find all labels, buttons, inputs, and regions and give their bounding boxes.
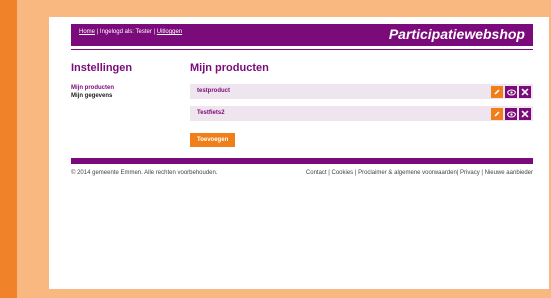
footer-links: Contact | Cookies | Proclaimer & algemen… xyxy=(305,170,533,176)
main-content: Mijn producten testproduct Testfiets2 To… xyxy=(190,62,533,147)
edit-button[interactable] xyxy=(491,108,503,120)
product-list: testproduct Testfiets2 xyxy=(190,84,533,121)
product-name[interactable]: testproduct xyxy=(197,88,230,94)
pencil-icon xyxy=(494,89,500,95)
product-name[interactable]: Testfiets2 xyxy=(197,110,225,116)
delete-button[interactable] xyxy=(519,86,531,98)
page-title: Mijn producten xyxy=(190,62,269,74)
eye-icon xyxy=(506,88,516,96)
header-divider xyxy=(71,49,533,50)
eye-icon xyxy=(506,110,516,118)
outer-frame: Home | Ingelogd als: Tester | Uitloggen … xyxy=(17,0,551,298)
footer-link-contact[interactable]: Contact xyxy=(306,170,327,176)
logged-in-text: Ingelogd als: Tester xyxy=(99,29,152,35)
sidebar-item-mijn-producten[interactable]: Mijn producten xyxy=(71,84,171,92)
sidebar-title: Instellingen xyxy=(71,62,133,74)
sidebar: Instellingen Mijn producten Mijn gegeven… xyxy=(71,62,171,100)
view-button[interactable] xyxy=(505,86,517,98)
product-row: testproduct xyxy=(190,84,533,99)
footer-link-privacy[interactable]: Privacy xyxy=(460,170,480,176)
close-icon xyxy=(521,88,529,96)
pencil-icon xyxy=(494,111,500,117)
delete-button[interactable] xyxy=(519,108,531,120)
sidebar-item-mijn-gegevens[interactable]: Mijn gegevens xyxy=(71,92,171,100)
row-actions xyxy=(491,86,531,98)
edit-button[interactable] xyxy=(491,86,503,98)
footer-link-cookies[interactable]: Cookies xyxy=(332,170,354,176)
view-button[interactable] xyxy=(505,108,517,120)
add-product-button[interactable]: Toevoegen xyxy=(190,133,236,147)
footer-bar xyxy=(71,158,533,164)
page-container: Home | Ingelogd als: Tester | Uitloggen … xyxy=(49,17,549,289)
footer-link-nieuwe-aanbieder[interactable]: Nieuwe aanbieder xyxy=(485,170,533,176)
header-bar: Home | Ingelogd als: Tester | Uitloggen … xyxy=(71,24,533,46)
header-links: Home | Ingelogd als: Tester | Uitloggen xyxy=(79,29,182,35)
close-icon xyxy=(521,110,529,118)
logout-link[interactable]: Uitloggen xyxy=(157,29,182,35)
sidebar-nav: Mijn producten Mijn gegevens xyxy=(71,84,171,100)
home-link[interactable]: Home xyxy=(79,29,95,35)
site-title: Participatiewebshop xyxy=(388,26,525,42)
footer-copyright: © 2014 gemeente Emmen. Alle rechten voor… xyxy=(71,170,218,176)
product-row: Testfiets2 xyxy=(190,106,533,121)
row-actions xyxy=(491,108,531,120)
footer-link-proclaimer[interactable]: Proclaimer & algemene voorwaarden xyxy=(358,170,457,176)
